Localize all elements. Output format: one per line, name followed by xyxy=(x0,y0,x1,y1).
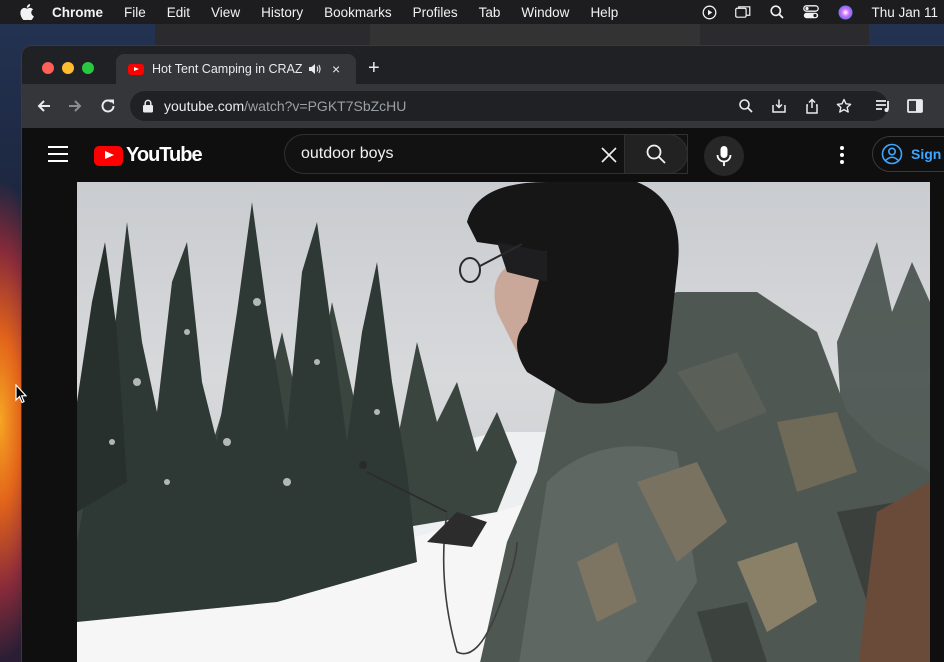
clear-search-icon[interactable] xyxy=(599,145,619,165)
sign-in-label: Sign i xyxy=(911,146,944,162)
youtube-page: YouTube outdoor boys Sign i xyxy=(22,128,944,662)
bookmark-star-icon[interactable] xyxy=(836,98,852,114)
menu-app-name[interactable]: Chrome xyxy=(52,5,103,20)
search-icon xyxy=(646,144,666,164)
back-arrow-icon[interactable] xyxy=(35,97,53,115)
media-controls-icon[interactable] xyxy=(874,97,892,115)
settings-more-icon[interactable] xyxy=(840,146,844,164)
search-input[interactable]: outdoor boys xyxy=(301,145,591,163)
youtube-play-icon xyxy=(94,145,123,166)
screen-mirroring-icon[interactable] xyxy=(735,4,751,20)
tab-audio-playing-icon[interactable] xyxy=(308,62,322,76)
tab-youtube-video[interactable]: Hot Tent Camping in CRAZ × xyxy=(116,54,356,84)
youtube-header: YouTube outdoor boys Sign i xyxy=(22,128,944,182)
youtube-favicon-icon xyxy=(128,63,144,75)
menu-file[interactable]: File xyxy=(124,5,146,20)
spotlight-search-icon[interactable] xyxy=(769,4,785,20)
install-app-icon[interactable] xyxy=(771,98,787,114)
menu-edit[interactable]: Edit xyxy=(167,5,190,20)
apple-icon[interactable] xyxy=(20,4,34,20)
background-window-tab xyxy=(370,24,700,46)
menu-history[interactable]: History xyxy=(261,5,303,20)
menu-bar: Chrome File Edit View History Bookmarks … xyxy=(0,0,944,24)
side-panel-icon[interactable] xyxy=(906,97,924,115)
youtube-logo[interactable]: YouTube xyxy=(94,144,203,167)
account-icon xyxy=(881,143,903,165)
url-path: /watch?v=PGKT7SbZcHU xyxy=(244,98,407,114)
browser-toolbar: youtube.com/watch?v=PGKT7SbZcHU xyxy=(22,84,944,128)
chrome-window: Hot Tent Camping in CRAZ × + youtube.com… xyxy=(22,46,944,662)
menu-window[interactable]: Window xyxy=(521,5,569,20)
hamburger-menu-icon[interactable] xyxy=(48,146,68,162)
tab-title: Hot Tent Camping in CRAZ xyxy=(152,62,302,76)
microphone-icon xyxy=(716,146,732,166)
control-center-icon[interactable] xyxy=(803,4,820,20)
forward-arrow-icon[interactable] xyxy=(66,97,84,115)
tab-strip: Hot Tent Camping in CRAZ × + xyxy=(22,46,944,84)
menubar-clock[interactable]: Thu Jan 11 xyxy=(871,5,938,20)
mouse-pointer-icon xyxy=(15,384,27,404)
window-zoom-button[interactable] xyxy=(82,62,94,74)
new-tab-button[interactable]: + xyxy=(368,58,380,78)
screen-recording-icon[interactable] xyxy=(701,4,717,20)
share-icon[interactable] xyxy=(804,98,820,114)
youtube-logo-text: YouTube xyxy=(126,144,203,166)
window-minimize-button[interactable] xyxy=(62,62,74,74)
reload-icon[interactable] xyxy=(99,97,117,115)
voice-search-button[interactable] xyxy=(704,136,744,176)
menu-help[interactable]: Help xyxy=(590,5,618,20)
window-close-button[interactable] xyxy=(42,62,54,74)
sign-in-button[interactable]: Sign i xyxy=(872,136,944,172)
zoom-search-icon[interactable] xyxy=(738,98,754,114)
address-bar[interactable]: youtube.com/watch?v=PGKT7SbZcHU xyxy=(130,91,888,121)
video-frame-scene xyxy=(77,182,930,662)
menu-view[interactable]: View xyxy=(211,5,240,20)
menu-bookmarks[interactable]: Bookmarks xyxy=(324,5,392,20)
address-url: youtube.com/watch?v=PGKT7SbZcHU xyxy=(164,98,406,114)
lock-icon[interactable] xyxy=(142,99,154,113)
menu-profiles[interactable]: Profiles xyxy=(413,5,458,20)
menu-tab[interactable]: Tab xyxy=(479,5,501,20)
video-player[interactable] xyxy=(77,182,930,662)
search-button[interactable] xyxy=(624,134,688,174)
url-domain: youtube.com xyxy=(164,98,245,114)
tab-close-button[interactable]: × xyxy=(332,61,340,77)
siri-icon[interactable] xyxy=(837,4,853,20)
